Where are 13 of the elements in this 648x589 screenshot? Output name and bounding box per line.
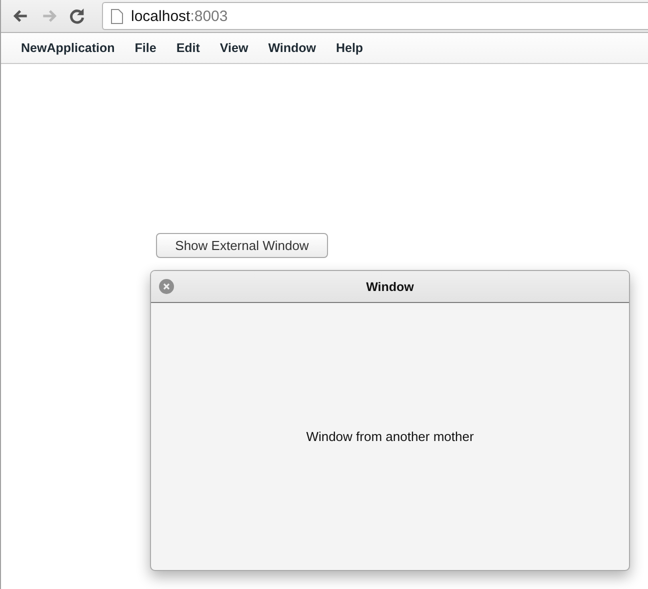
- menu-item[interactable]: Edit: [176, 41, 200, 55]
- window-title: Window: [365, 280, 415, 294]
- close-icon[interactable]: [159, 279, 174, 294]
- page-icon: [111, 8, 123, 24]
- url-text: localhost:8003: [131, 8, 228, 24]
- window-message: Window from another mother: [306, 429, 474, 444]
- address-field[interactable]: localhost:8003: [102, 2, 648, 30]
- menu-item[interactable]: Window: [268, 41, 316, 55]
- menu-item[interactable]: NewApplication: [21, 41, 115, 55]
- menu-item[interactable]: View: [220, 41, 248, 55]
- menu-item[interactable]: Help: [336, 41, 364, 55]
- menu-item[interactable]: File: [134, 41, 156, 55]
- show-external-window-button[interactable]: Show External Window: [156, 233, 328, 258]
